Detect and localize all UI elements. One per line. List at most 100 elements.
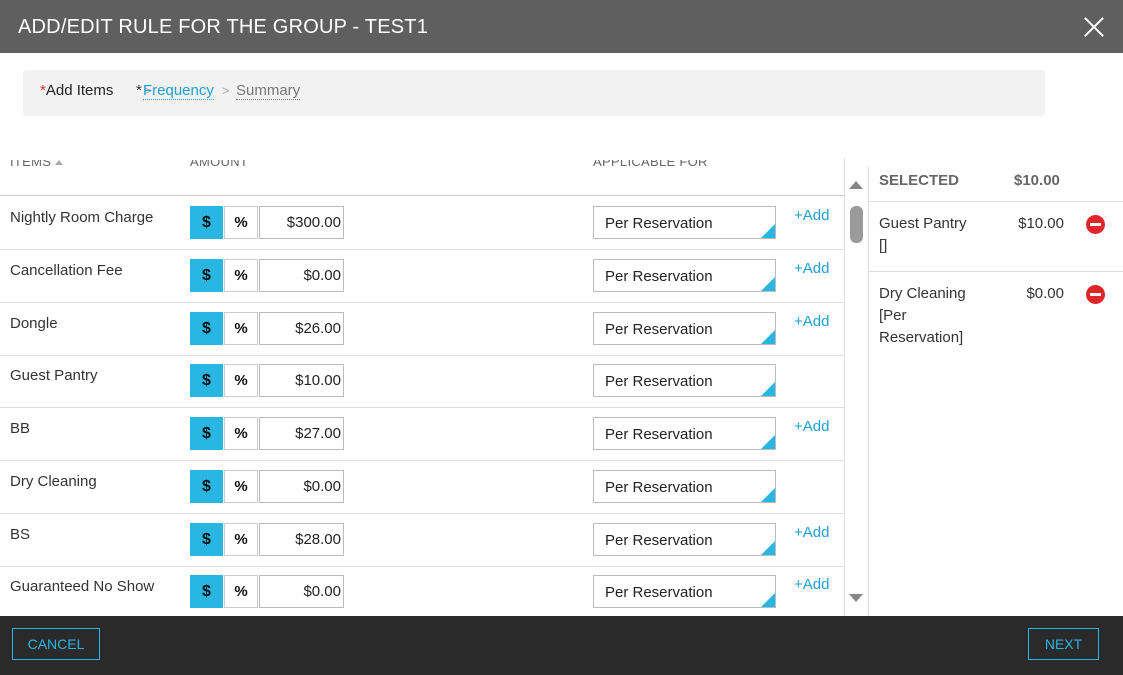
applicable-for-select[interactable]: Per Reservation	[593, 364, 776, 397]
breadcrumb: *Add Items > * Frequency > Summary	[23, 70, 1045, 116]
applicable-for-value: Per Reservation	[605, 426, 713, 443]
applicable-for-value: Per Reservation	[605, 479, 713, 496]
cancel-button[interactable]: CANCEL	[12, 628, 100, 660]
applicable-for-select[interactable]: Per Reservation	[593, 259, 776, 292]
applicable-for-value: Per Reservation	[605, 584, 713, 601]
add-link[interactable]: +Add	[794, 260, 829, 277]
amount-input[interactable]: $27.00	[259, 417, 344, 450]
amount-input[interactable]: $0.00	[259, 575, 344, 608]
item-name: BB	[10, 420, 31, 437]
percent-toggle-button[interactable]: %	[224, 364, 258, 397]
add-link[interactable]: +Add	[794, 313, 829, 330]
amount-input[interactable]: $0.00	[259, 470, 344, 503]
selected-item-name: Guest Pantry []	[879, 215, 967, 254]
scrollbar-thumb[interactable]	[850, 206, 863, 243]
applicable-for-select[interactable]: Per Reservation	[593, 312, 776, 345]
header-divider	[0, 195, 844, 196]
applicable-for-select[interactable]: Per Reservation	[593, 206, 776, 239]
item-name: Guaranteed No Show	[10, 578, 155, 595]
selected-total: $10.00	[1014, 172, 1060, 189]
applicable-for-select[interactable]: Per Reservation	[593, 575, 776, 608]
amount-input[interactable]: $0.00	[259, 259, 344, 292]
remove-icon[interactable]	[1086, 285, 1105, 304]
dialog-footer: CANCEL NEXT	[0, 616, 1123, 675]
items-scrollbar[interactable]	[847, 175, 867, 610]
amount-input[interactable]: $28.00	[259, 523, 344, 556]
dollar-toggle-button[interactable]: $	[190, 470, 223, 503]
percent-toggle-button[interactable]: %	[224, 417, 258, 450]
dollar-toggle-button[interactable]: $	[190, 523, 223, 556]
dropdown-corner-icon	[761, 224, 775, 238]
breadcrumb-separator: >	[222, 83, 230, 98]
selected-item: Dry Cleaning [Per Reservation] $0.00	[869, 273, 1123, 361]
step-add-items[interactable]: *Add Items	[40, 82, 113, 99]
table-row: BB $ % $27.00 Per Reservation +Add	[0, 408, 844, 461]
add-link[interactable]: +Add	[794, 576, 829, 593]
item-name: Dongle	[10, 315, 58, 332]
item-name: Cancellation Fee	[10, 262, 123, 279]
step-frequency-mark: *	[136, 82, 142, 99]
dollar-toggle-button[interactable]: $	[190, 364, 223, 397]
dropdown-corner-icon	[761, 382, 775, 396]
applicable-for-value: Per Reservation	[605, 321, 713, 338]
selected-item-amount: $10.00	[1018, 215, 1064, 232]
remove-icon[interactable]	[1086, 215, 1105, 234]
dollar-toggle-button[interactable]: $	[190, 312, 223, 345]
step-summary[interactable]: Summary	[236, 82, 301, 100]
applicable-for-value: Per Reservation	[605, 532, 713, 549]
table-row: Dongle $ % $26.00 Per Reservation +Add	[0, 303, 844, 356]
selected-header: SELECTED $10.00	[869, 167, 1123, 202]
dialog-titlebar: ADD/EDIT RULE FOR THE GROUP - TEST1	[0, 0, 1123, 53]
applicable-for-select[interactable]: Per Reservation	[593, 470, 776, 503]
dropdown-corner-icon	[761, 330, 775, 344]
step-frequency[interactable]: Frequency	[143, 82, 214, 100]
item-name: Dry Cleaning	[10, 473, 97, 490]
scroll-up-icon[interactable]	[849, 181, 863, 189]
amount-input[interactable]: $10.00	[259, 364, 344, 397]
dropdown-corner-icon	[761, 435, 775, 449]
add-link[interactable]: +Add	[794, 418, 829, 435]
item-name: Guest Pantry	[10, 367, 98, 384]
percent-toggle-button[interactable]: %	[224, 523, 258, 556]
dollar-toggle-button[interactable]: $	[190, 206, 223, 239]
column-header-applicable: APPLICABLE FOR	[593, 160, 708, 178]
dollar-toggle-button[interactable]: $	[190, 575, 223, 608]
percent-toggle-button[interactable]: %	[224, 259, 258, 292]
column-header-amount: AMOUNT	[190, 160, 248, 178]
close-icon[interactable]	[1080, 14, 1108, 42]
applicable-for-select[interactable]: Per Reservation	[593, 523, 776, 556]
column-header-items[interactable]: ITEMS	[10, 160, 64, 178]
dollar-toggle-button[interactable]: $	[190, 417, 223, 450]
selected-label: SELECTED	[879, 172, 960, 189]
table-row: Guaranteed No Show $ % $0.00 Per Reserva…	[0, 566, 844, 616]
applicable-for-value: Per Reservation	[605, 268, 713, 285]
items-table: ITEMS AMOUNT APPLICABLE FOR Nightly Room…	[0, 158, 845, 616]
step-add-items-label: Add Items	[45, 82, 114, 99]
column-header-applicable-label: APPLICABLE FOR	[593, 160, 708, 169]
dropdown-corner-icon	[761, 277, 775, 291]
table-row: Dry Cleaning $ % $0.00 Per Reservation	[0, 461, 844, 514]
add-link[interactable]: +Add	[794, 524, 829, 541]
dropdown-corner-icon	[761, 593, 775, 607]
scroll-down-icon[interactable]	[849, 594, 863, 602]
item-name: BS	[10, 526, 31, 543]
percent-toggle-button[interactable]: %	[224, 470, 258, 503]
table-row: Nightly Room Charge $ % $300.00 Per Rese…	[0, 197, 844, 250]
add-link[interactable]: +Add	[794, 207, 829, 224]
column-header-amount-label: AMOUNT	[190, 160, 249, 169]
next-button[interactable]: NEXT	[1028, 628, 1099, 660]
percent-toggle-button[interactable]: %	[224, 575, 258, 608]
dropdown-corner-icon	[761, 541, 775, 555]
amount-input[interactable]: $26.00	[259, 312, 344, 345]
applicable-for-select[interactable]: Per Reservation	[593, 417, 776, 450]
selected-panel: SELECTED $10.00 Guest Pantry [] $10.00 D…	[868, 167, 1123, 616]
amount-input[interactable]: $300.00	[259, 206, 344, 239]
percent-toggle-button[interactable]: %	[224, 206, 258, 239]
table-row: BS $ % $28.00 Per Reservation +Add	[0, 514, 844, 567]
dollar-toggle-button[interactable]: $	[190, 259, 223, 292]
table-row: Cancellation Fee $ % $0.00 Per Reservati…	[0, 250, 844, 303]
column-header-items-label: ITEMS	[10, 160, 52, 169]
selected-item: Guest Pantry [] $10.00	[869, 203, 1123, 272]
item-name: Nightly Room Charge	[10, 209, 154, 226]
percent-toggle-button[interactable]: %	[224, 312, 258, 345]
